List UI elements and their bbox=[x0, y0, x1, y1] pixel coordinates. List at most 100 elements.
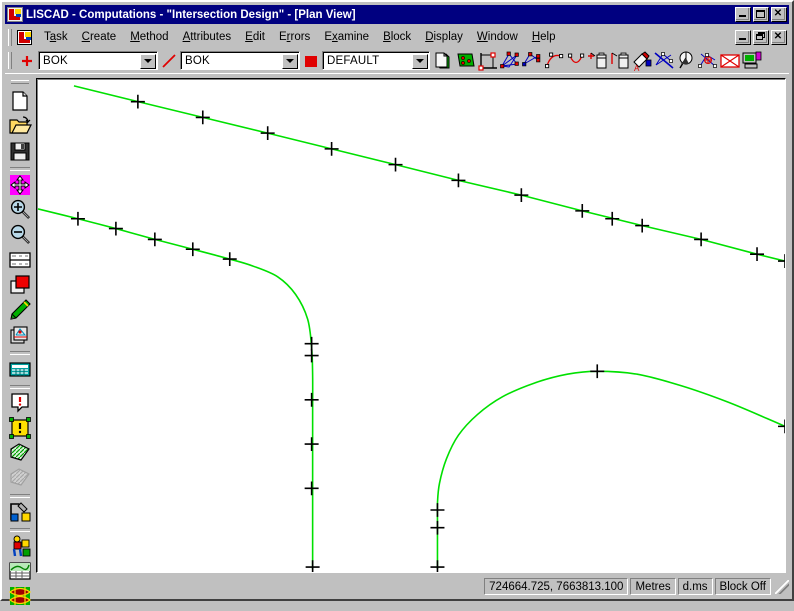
red-square-swatch-icon[interactable] bbox=[303, 53, 319, 69]
warning-node-icon[interactable] bbox=[8, 416, 32, 440]
annotate-icon[interactable]: A bbox=[631, 50, 653, 73]
minimize-button[interactable] bbox=[735, 7, 751, 22]
open-plan-icon[interactable] bbox=[455, 50, 477, 71]
intersection-design-icon[interactable] bbox=[697, 50, 719, 71]
window-view-icon[interactable] bbox=[8, 248, 32, 272]
point-cross-marker[interactable] bbox=[605, 211, 620, 226]
coordinate-axes-icon[interactable] bbox=[477, 50, 499, 71]
point-cross-marker[interactable] bbox=[222, 252, 237, 266]
point-cross-marker[interactable] bbox=[185, 242, 200, 257]
point-cross-marker[interactable] bbox=[304, 392, 319, 407]
no-intersect-icon[interactable] bbox=[653, 50, 675, 71]
maximize-button[interactable] bbox=[753, 7, 769, 22]
pan-move-icon[interactable] bbox=[8, 173, 32, 197]
menu-item-task[interactable]: Task bbox=[37, 29, 75, 45]
point-cross-marker[interactable] bbox=[430, 560, 445, 572]
point-cross-marker[interactable] bbox=[304, 336, 319, 351]
chevron-down-icon[interactable] bbox=[140, 53, 156, 69]
menu-item-errors[interactable]: Errors bbox=[272, 29, 317, 45]
close-icon: ✕ bbox=[773, 30, 783, 42]
zoom-in-icon[interactable] bbox=[8, 198, 32, 222]
mdi-restore-button[interactable] bbox=[753, 29, 769, 45]
point-layer-combo[interactable]: BOK bbox=[38, 51, 158, 70]
point-cross-marker[interactable] bbox=[260, 126, 275, 141]
arc-three-point-icon[interactable] bbox=[543, 50, 565, 71]
open-folder-icon[interactable] bbox=[8, 114, 32, 138]
zoom-out-icon[interactable] bbox=[8, 223, 32, 247]
point-cross-marker[interactable] bbox=[108, 221, 123, 236]
table-keyboard-icon[interactable] bbox=[8, 357, 32, 381]
east-return-curve[interactable] bbox=[430, 364, 785, 572]
delete-line-icon[interactable] bbox=[609, 50, 631, 71]
save-disk-icon[interactable] bbox=[8, 139, 32, 163]
new-file-icon[interactable] bbox=[8, 89, 32, 113]
point-cross-marker[interactable] bbox=[451, 173, 466, 188]
point-cross-marker[interactable] bbox=[514, 188, 529, 203]
mesh-box-icon[interactable] bbox=[719, 50, 741, 71]
menu-item-block[interactable]: Block bbox=[376, 29, 418, 45]
point-cross-marker[interactable] bbox=[70, 211, 85, 226]
menu-item-edit[interactable]: Edit bbox=[238, 29, 272, 45]
bearing-distance-icon[interactable] bbox=[675, 50, 697, 71]
point-cross-marker[interactable] bbox=[750, 247, 765, 262]
minimize-icon bbox=[738, 15, 746, 17]
red-line-icon[interactable] bbox=[161, 53, 177, 69]
maximize-icon bbox=[755, 9, 765, 18]
menu-item-create[interactable]: Create bbox=[75, 29, 124, 45]
menu-item-window[interactable]: Window bbox=[470, 29, 525, 45]
point-cross-marker[interactable] bbox=[778, 254, 785, 268]
point-cross-marker[interactable] bbox=[430, 520, 445, 535]
close-button[interactable]: ✕ bbox=[771, 7, 787, 22]
red-point-marker-icon[interactable] bbox=[19, 53, 35, 69]
plan-view-canvas[interactable] bbox=[36, 78, 786, 573]
chevron-down-icon[interactable] bbox=[412, 53, 428, 69]
line-layer-combo[interactable]: BOK bbox=[180, 51, 300, 70]
menu-item-help[interactable]: Help bbox=[525, 29, 563, 45]
menu-item-examine[interactable]: Examine bbox=[317, 29, 376, 45]
point-cross-marker[interactable] bbox=[694, 232, 709, 247]
liscad-menu-logo-icon[interactable] bbox=[17, 29, 32, 45]
point-cross-marker[interactable] bbox=[324, 141, 339, 156]
menu-item-method[interactable]: Method bbox=[123, 29, 175, 45]
figure-person-icon[interactable] bbox=[8, 534, 32, 558]
point-cross-marker[interactable] bbox=[305, 560, 320, 572]
menu-item-attributes[interactable]: Attributes bbox=[176, 29, 239, 45]
north-carriageway-centreline[interactable] bbox=[74, 86, 785, 268]
color-swatch-icon[interactable] bbox=[8, 273, 32, 297]
new-plan-icon[interactable] bbox=[433, 50, 455, 71]
menubar-grip[interactable] bbox=[7, 28, 13, 46]
layers-icon[interactable] bbox=[8, 323, 32, 347]
chevron-down-icon[interactable] bbox=[282, 53, 298, 69]
error-exclamation-icon[interactable] bbox=[8, 391, 32, 415]
computer-output-icon[interactable] bbox=[741, 50, 763, 71]
pencil-edit-icon[interactable] bbox=[8, 298, 32, 322]
resize-grip-icon[interactable] bbox=[775, 579, 789, 594]
tools-icon[interactable] bbox=[8, 500, 32, 524]
point-cross-marker[interactable] bbox=[430, 503, 445, 517]
point-cross-marker[interactable] bbox=[635, 218, 650, 233]
point-cross-marker[interactable] bbox=[147, 232, 162, 247]
mdi-close-button[interactable]: ✕ bbox=[771, 29, 787, 45]
network-adjust-icon[interactable] bbox=[499, 50, 521, 71]
point-cross-marker[interactable] bbox=[195, 110, 210, 125]
point-layer-value: BOK bbox=[43, 55, 68, 67]
menu-item-display[interactable]: Display bbox=[418, 29, 470, 45]
left-toolbar-grip[interactable] bbox=[11, 79, 29, 85]
point-cross-marker[interactable] bbox=[388, 157, 403, 172]
fill-layer-combo[interactable]: DEFAULT bbox=[322, 51, 430, 70]
plan-view-drawing[interactable] bbox=[38, 80, 785, 572]
delete-point-icon[interactable] bbox=[587, 50, 609, 71]
mdi-minimize-button[interactable] bbox=[735, 29, 751, 45]
traverse-icon[interactable] bbox=[521, 50, 543, 71]
point-cross-marker[interactable] bbox=[575, 203, 590, 218]
hatch-green-icon[interactable] bbox=[8, 441, 32, 465]
point-cross-marker[interactable] bbox=[304, 348, 319, 363]
point-cross-marker[interactable] bbox=[778, 419, 785, 434]
point-cross-marker[interactable] bbox=[130, 94, 145, 109]
point-cross-marker[interactable] bbox=[590, 364, 605, 379]
south-carriageway-with-west-return[interactable] bbox=[38, 209, 320, 572]
toolbar-grip[interactable] bbox=[7, 52, 13, 69]
point-cross-marker[interactable] bbox=[304, 437, 319, 451]
point-cross-marker[interactable] bbox=[304, 481, 319, 496]
arc-curve-icon[interactable] bbox=[565, 50, 587, 71]
